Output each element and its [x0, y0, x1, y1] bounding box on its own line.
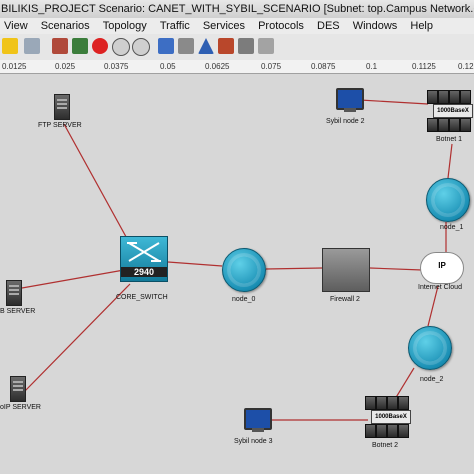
node-1-router-icon[interactable]	[426, 178, 470, 222]
ruler-tick: 0.0375	[104, 62, 129, 71]
web-server-label: B SERVER	[0, 308, 36, 315]
link-internet-node2	[427, 285, 439, 327]
botnet-2-label: Botnet 2	[372, 442, 399, 449]
window-icon[interactable]	[258, 38, 274, 54]
web-server-icon[interactable]	[6, 280, 22, 306]
sybil-node-2-icon[interactable]	[336, 88, 364, 112]
results-icon[interactable]	[218, 38, 234, 54]
link-sybil2-botnet1	[359, 99, 429, 105]
zoom-out-icon[interactable]	[132, 38, 150, 56]
print-icon[interactable]	[24, 38, 40, 54]
link-firewall-internet	[369, 267, 423, 271]
core-switch-label: CORE_SWITCH	[116, 294, 168, 301]
botnet-2-icon[interactable]: 1000BaseX	[362, 396, 418, 440]
ftp-server-icon[interactable]	[54, 94, 70, 120]
ruler-tick: 0.1	[366, 62, 378, 71]
botnet-2-switch: 1000BaseX	[371, 410, 411, 424]
menu-windows[interactable]: Windows	[349, 18, 404, 34]
link-voip-core	[23, 283, 131, 393]
node-0-router-icon[interactable]	[222, 248, 266, 292]
sybil-node-2-label: Sybil node 2	[326, 118, 365, 125]
internet-cloud-label: Internet Cloud	[418, 284, 462, 291]
link-node0-firewall	[265, 267, 323, 270]
ruler-tick: 0.075	[261, 62, 282, 71]
link-web-core	[21, 269, 125, 289]
window-title: BILIKIS_PROJECT Scenario: CANET_WITH_SYB…	[1, 3, 474, 15]
ruler-tick: 0.1125	[412, 62, 436, 71]
link-core-node0	[167, 261, 223, 267]
botnet-1-icon[interactable]: 1000BaseX	[424, 90, 474, 134]
internet-cloud-icon[interactable]: IP	[420, 252, 464, 284]
menu-traffic[interactable]: Traffic	[156, 18, 196, 34]
toolbar	[0, 34, 474, 61]
menu-services[interactable]: Services	[199, 18, 251, 34]
node-1-label: node_1	[440, 224, 464, 231]
node-0-label: node_0	[232, 296, 256, 303]
sybil-node-3-icon[interactable]	[244, 408, 272, 432]
sybil-node-3-label: Sybil node 3	[234, 438, 273, 445]
firewall-label: Firewall 2	[330, 296, 360, 303]
menu-protocols[interactable]: Protocols	[254, 18, 310, 34]
graph-icon[interactable]	[238, 38, 254, 54]
node-2-label: node_2	[420, 376, 444, 383]
ruler-tick: 0.0875	[311, 62, 336, 71]
ftp-server-label: FTP SERVER	[38, 122, 82, 129]
failure-icon[interactable]	[92, 38, 108, 54]
menu-bar: View Scenarios Topology Traffic Services…	[0, 18, 474, 34]
configure-icon[interactable]	[158, 38, 174, 54]
botnet-1-switch: 1000BaseX	[433, 104, 473, 118]
menu-scenarios[interactable]: Scenarios	[37, 18, 96, 34]
node-2-router-icon[interactable]	[408, 326, 452, 370]
menu-help[interactable]: Help	[406, 18, 439, 34]
delta-icon[interactable]	[198, 38, 214, 54]
internet-cloud-ip: IP	[438, 261, 446, 270]
network-icon[interactable]	[52, 38, 68, 54]
run-icon[interactable]	[178, 38, 194, 54]
voip-server-label: oIP SERVER	[0, 404, 41, 411]
ruler-tick: 0.0125	[2, 62, 27, 71]
ruler: 0.0125 0.025 0.0375 0.05 0.0625 0.075 0.…	[0, 60, 474, 74]
firewall-icon[interactable]	[322, 248, 370, 292]
link-ftp-core	[63, 123, 131, 245]
link-botnet1-node1	[447, 143, 453, 179]
menu-des[interactable]: DES	[313, 18, 346, 34]
voip-server-icon[interactable]	[10, 376, 26, 402]
menu-view[interactable]: View	[0, 18, 34, 34]
ruler-tick: 0.0625	[205, 62, 230, 71]
object-palette-icon[interactable]	[72, 38, 88, 54]
switch-arrows-icon	[127, 242, 161, 262]
ruler-tick: 0.025	[55, 62, 76, 71]
zoom-in-icon[interactable]	[112, 38, 130, 56]
core-switch-model: 2940	[121, 267, 167, 277]
network-canvas[interactable]: FTP SERVER Sybil node 2 1000BaseX Botnet…	[0, 74, 474, 474]
open-folder-icon[interactable]	[2, 38, 18, 54]
window-title-bar: BILIKIS_PROJECT Scenario: CANET_WITH_SYB…	[0, 0, 474, 19]
ruler-tick: 0.05	[160, 62, 176, 71]
menu-topology[interactable]: Topology	[99, 18, 153, 34]
ruler-tick: 0.125	[458, 62, 474, 71]
botnet-1-label: Botnet 1	[436, 136, 463, 143]
core-switch-icon[interactable]: 2940	[120, 236, 168, 282]
